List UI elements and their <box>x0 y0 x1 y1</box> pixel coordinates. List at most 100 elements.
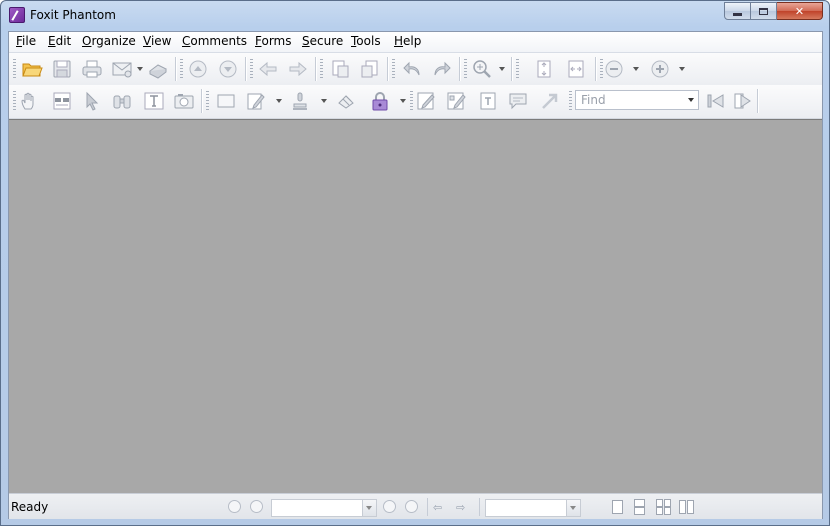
form-field-icon <box>447 92 466 110</box>
form-edit-button[interactable] <box>415 90 437 112</box>
find-input[interactable]: Find <box>575 90 699 110</box>
maximize-button[interactable] <box>751 2 777 20</box>
status-forward-icon[interactable]: ⇨ <box>456 501 465 514</box>
document-area[interactable] <box>9 119 822 493</box>
reading-mode-button[interactable] <box>51 90 73 112</box>
menu-forms[interactable]: Forms <box>254 34 293 48</box>
find-next-button[interactable] <box>731 90 753 112</box>
previous-page-button[interactable] <box>187 58 209 80</box>
toolbar-grip[interactable] <box>410 91 413 111</box>
secure-dropdown[interactable] <box>400 99 406 103</box>
loupe-tool-button[interactable] <box>111 90 133 112</box>
menu-file[interactable]: File <box>15 34 37 48</box>
next-page-button[interactable] <box>217 58 239 80</box>
menu-organize-label: Organize <box>82 34 136 48</box>
zoom-out-circle-icon <box>605 60 623 78</box>
next-page-status-button[interactable] <box>383 500 396 513</box>
page-up-icon <box>189 60 207 78</box>
toolbar-grip[interactable] <box>569 91 572 111</box>
page-number-combo[interactable] <box>271 499 377 517</box>
minimize-button[interactable] <box>724 2 751 20</box>
menu-help[interactable]: Help <box>393 34 422 48</box>
zoom-level-dropdown-icon[interactable] <box>566 500 580 516</box>
snapshot-icon <box>174 94 194 109</box>
snapshot-button[interactable] <box>173 90 195 112</box>
insert-icon <box>361 60 378 78</box>
zoom-in-step-button[interactable] <box>649 58 671 80</box>
menu-secure-label: Secure <box>302 34 344 48</box>
continuous-layout-button[interactable] <box>633 499 646 515</box>
undo-button[interactable] <box>401 58 423 80</box>
print-button[interactable] <box>81 58 103 80</box>
open-button[interactable] <box>21 58 43 80</box>
close-button[interactable]: ✕ <box>777 2 823 20</box>
status-bar: Ready ⇦ ⇨ <box>9 493 822 519</box>
comment-button[interactable] <box>507 90 529 112</box>
previous-page-status-button[interactable] <box>250 500 263 513</box>
insert-pages-button[interactable] <box>359 58 381 80</box>
client-area: File Edit Organize View Comments Forms S… <box>8 31 823 519</box>
status-back-icon[interactable]: ⇦ <box>433 501 442 514</box>
zoom-level-combo[interactable] <box>485 499 581 517</box>
title-bar[interactable]: Foxit Phantom ✕ <box>1 1 829 31</box>
toolbar-separator <box>511 57 512 81</box>
menu-secure[interactable]: Secure <box>301 34 344 48</box>
zoom-dropdown[interactable] <box>499 67 505 71</box>
toolbar-grip[interactable] <box>464 59 467 79</box>
menu-view[interactable]: View <box>142 34 172 48</box>
zoom-out-dropdown[interactable] <box>633 67 639 71</box>
hand-tool-button[interactable] <box>19 90 41 112</box>
menu-edit[interactable]: Edit <box>47 34 72 48</box>
save-button[interactable] <box>51 58 73 80</box>
form-field-button[interactable] <box>445 90 467 112</box>
fit-width-button[interactable] <box>565 58 587 80</box>
extract-pages-button[interactable] <box>329 58 351 80</box>
select-arrow-icon <box>86 91 99 111</box>
toolbar-separator <box>201 89 202 113</box>
facing-layout-button[interactable] <box>656 499 671 515</box>
continuous-facing-layout-button[interactable] <box>679 499 694 515</box>
menu-comments[interactable]: Comments <box>181 34 248 48</box>
zoom-in-button[interactable] <box>471 58 493 80</box>
last-page-button[interactable] <box>405 500 418 513</box>
menu-bar: File Edit Organize View Comments Forms S… <box>9 32 822 53</box>
stamp-dropdown[interactable] <box>321 99 327 103</box>
email-button[interactable] <box>111 58 133 80</box>
fit-page-button[interactable] <box>533 58 555 80</box>
text-field-button[interactable] <box>477 90 499 112</box>
email-dropdown[interactable] <box>137 67 143 71</box>
toolbar-grip[interactable] <box>516 59 519 79</box>
zoom-in-dropdown[interactable] <box>679 67 685 71</box>
zoom-out-button[interactable] <box>603 58 625 80</box>
find-dropdown-arrow[interactable] <box>688 98 694 102</box>
toolbar-grip[interactable] <box>392 59 395 79</box>
menu-tools[interactable]: Tools <box>350 34 382 48</box>
extract-icon <box>332 60 349 78</box>
secure-button[interactable] <box>369 90 391 112</box>
foxit-app-icon[interactable] <box>9 7 25 23</box>
rectangle-tool-button[interactable] <box>215 90 237 112</box>
back-button[interactable] <box>257 58 279 80</box>
menu-tools-label: Tools <box>351 34 381 48</box>
toolbar-grip[interactable] <box>13 91 16 111</box>
menu-organize[interactable]: Organize <box>81 34 137 48</box>
scanner-button[interactable] <box>147 58 169 80</box>
arrow-tool-button[interactable] <box>539 90 561 112</box>
toolbar-grip[interactable] <box>206 91 209 111</box>
redo-button[interactable] <box>431 58 453 80</box>
find-previous-button[interactable] <box>705 90 727 112</box>
toolbar-grip[interactable] <box>13 59 16 79</box>
page-number-dropdown-icon[interactable] <box>362 500 376 516</box>
select-tool-button[interactable] <box>81 90 103 112</box>
toolbar-grip[interactable] <box>180 59 183 79</box>
forward-button[interactable] <box>287 58 309 80</box>
note-dropdown[interactable] <box>276 99 282 103</box>
toolbar-grip[interactable] <box>250 59 253 79</box>
attach-file-button[interactable] <box>335 90 357 112</box>
toolbar-grip[interactable] <box>320 59 323 79</box>
note-tool-button[interactable] <box>245 90 267 112</box>
first-page-button[interactable] <box>228 500 241 513</box>
text-select-button[interactable] <box>143 90 165 112</box>
single-page-layout-button[interactable] <box>611 499 624 515</box>
stamp-tool-button[interactable] <box>289 90 311 112</box>
